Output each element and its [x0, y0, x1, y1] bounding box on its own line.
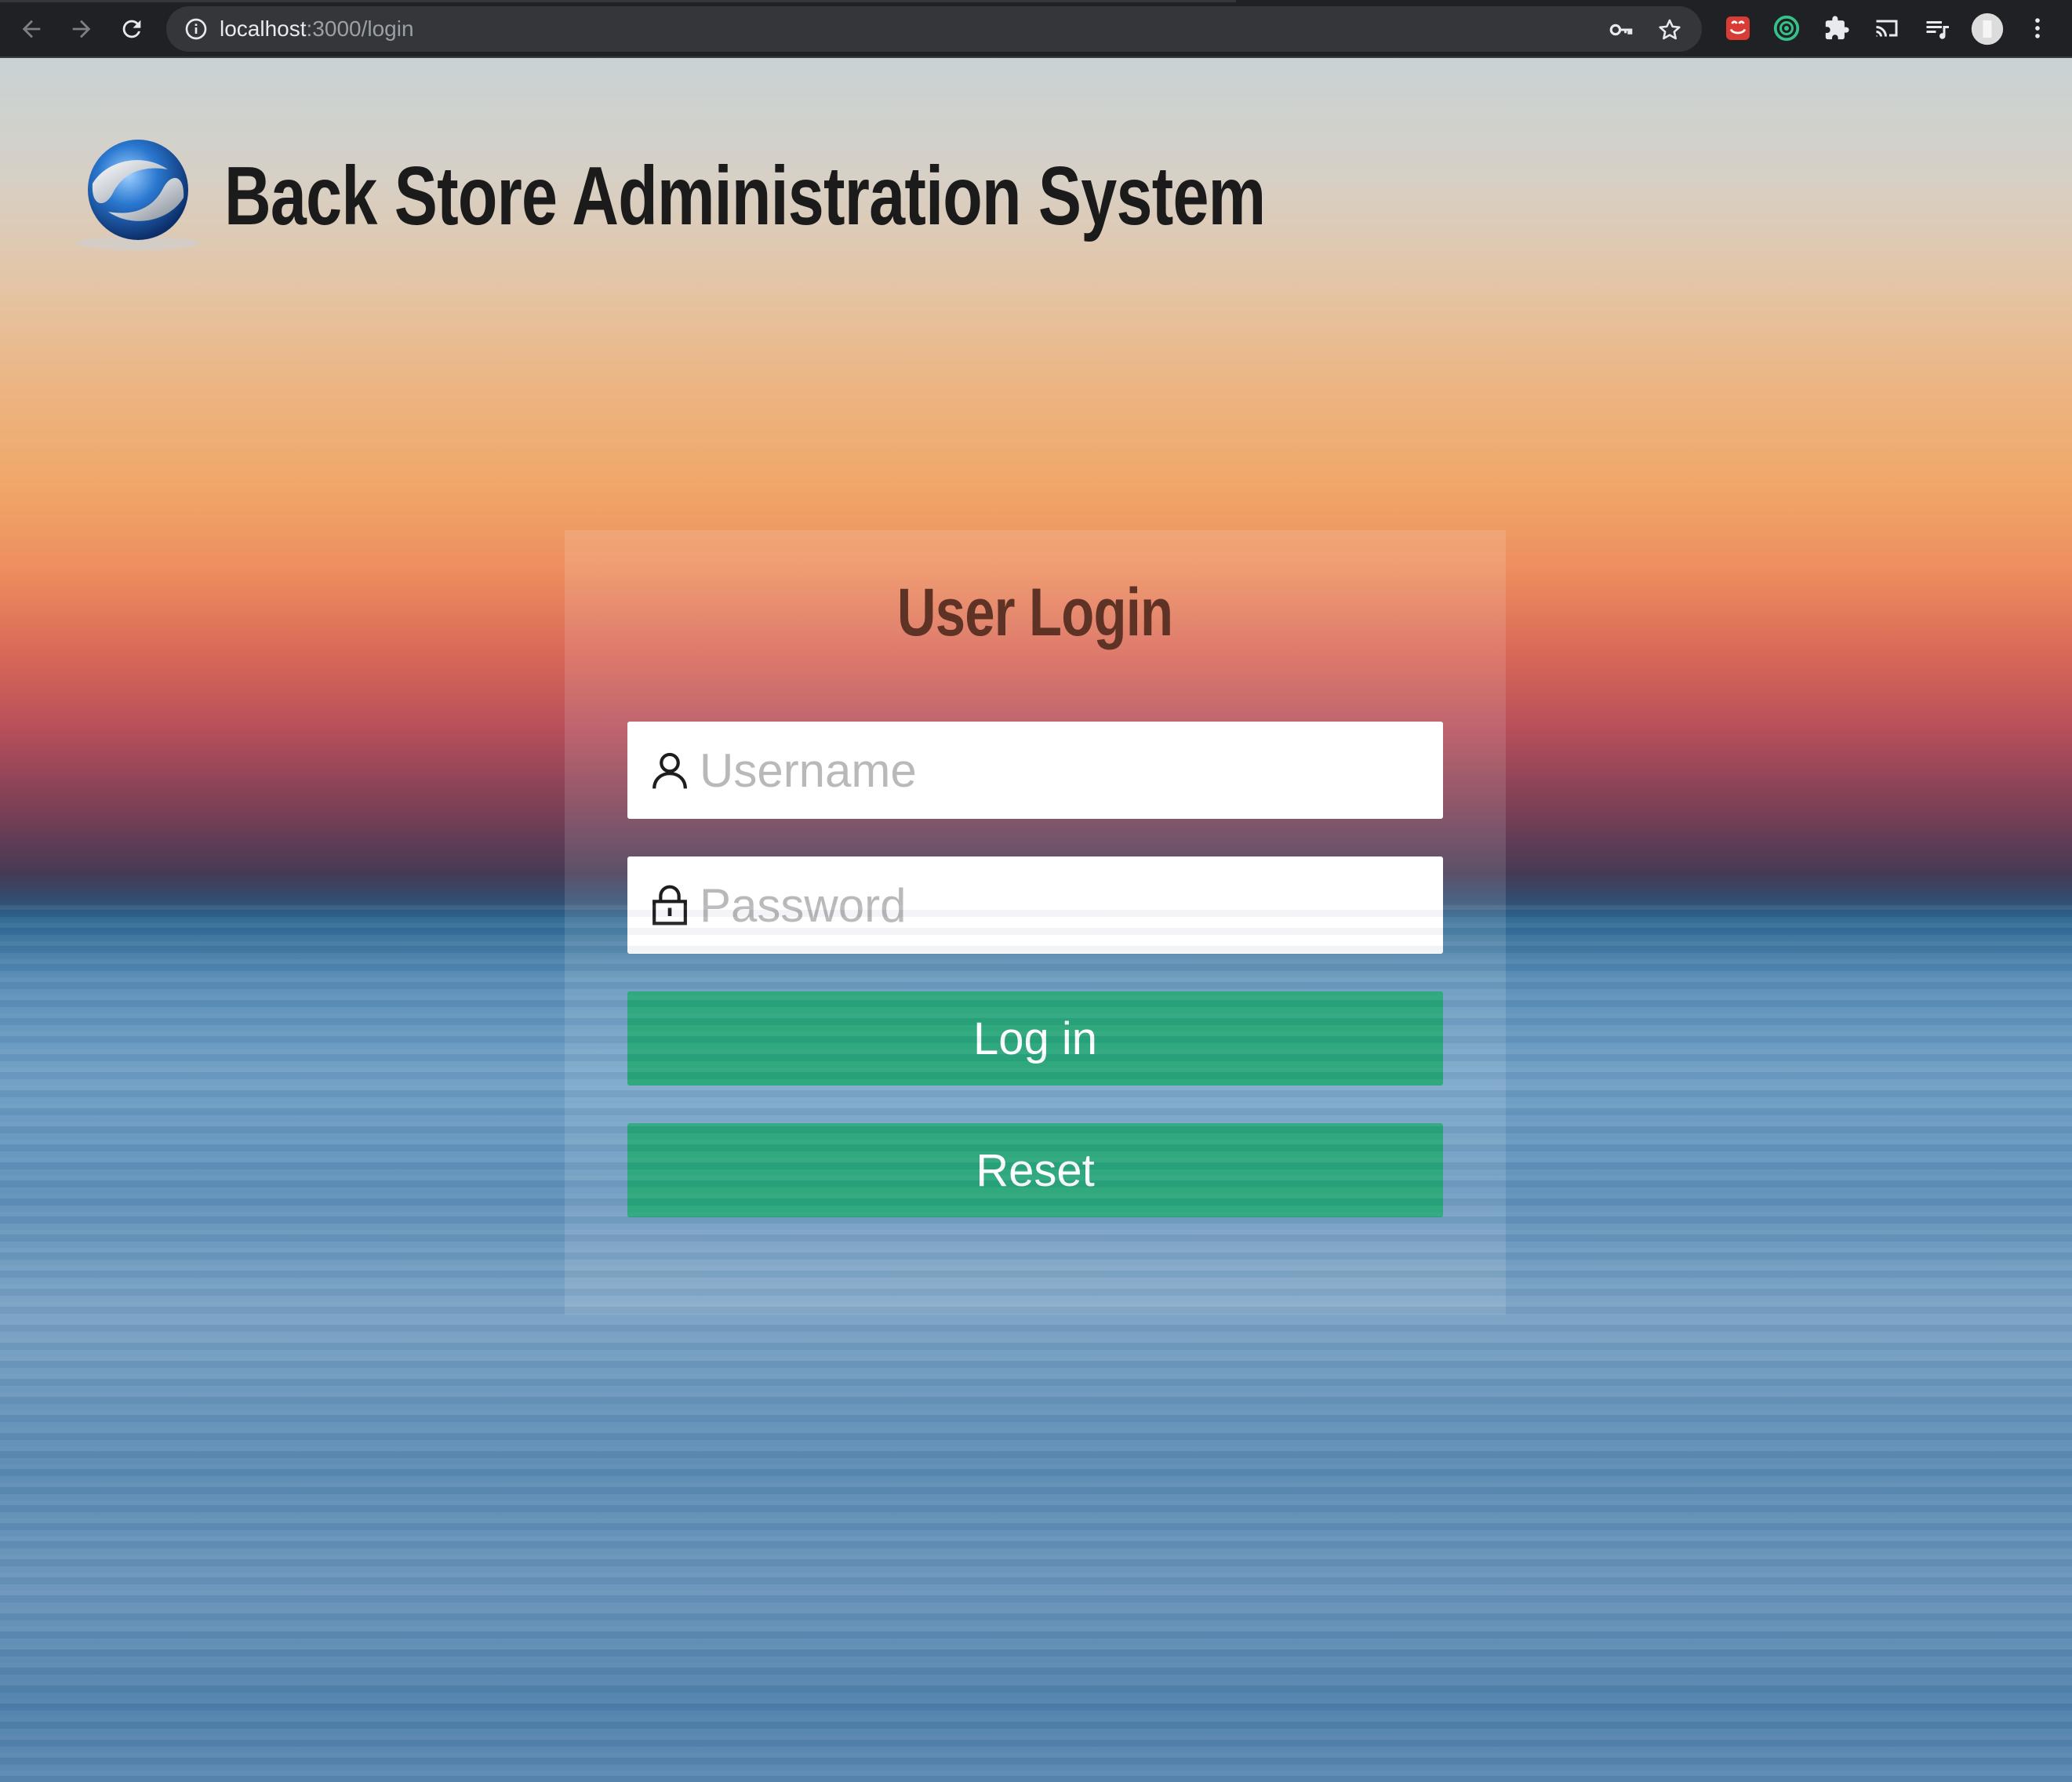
- back-arrow-icon: [22, 20, 41, 38]
- extension-red-button[interactable]: [1722, 13, 1754, 44]
- browser-toolbar: localhost:3000/login: [0, 0, 2072, 58]
- puzzle-icon: [1825, 16, 1849, 40]
- url-text: localhost:3000/login: [220, 6, 414, 52]
- profile-avatar-icon: [1971, 13, 2004, 45]
- url-path: :3000/login: [306, 16, 414, 41]
- cast-icon: [1876, 20, 1898, 37]
- browser-menu-button[interactable]: [2022, 13, 2053, 44]
- media-control-button[interactable]: [1921, 13, 1953, 44]
- forward-button[interactable]: [63, 10, 100, 48]
- media-queue-icon: [1926, 21, 1949, 39]
- forward-arrow-icon: [72, 20, 91, 38]
- back-button[interactable]: [13, 10, 50, 48]
- extension-green-ring-icon: [1773, 15, 1800, 42]
- info-icon[interactable]: [184, 16, 209, 42]
- page-background: Back Store Administration System User Lo…: [0, 58, 2072, 1782]
- cast-button[interactable]: [1871, 13, 1903, 44]
- lock-icon: [652, 885, 687, 926]
- address-bar[interactable]: localhost:3000/login: [166, 6, 1702, 52]
- password-input[interactable]: [700, 856, 1421, 954]
- star-icon[interactable]: [1656, 16, 1683, 43]
- reset-button[interactable]: Reset: [627, 1123, 1443, 1217]
- profile-button[interactable]: [1970, 12, 2005, 46]
- reload-icon: [122, 20, 141, 38]
- username-field[interactable]: [627, 722, 1443, 819]
- username-input[interactable]: [700, 722, 1421, 819]
- url-host: localhost: [220, 16, 307, 41]
- login-button[interactable]: Log in: [627, 991, 1443, 1086]
- login-title-text: User Login: [897, 575, 1173, 650]
- login-panel: User Login Log in Reset: [565, 530, 1506, 1315]
- login-title: User Login: [565, 569, 1506, 656]
- logo-icon: [77, 140, 199, 250]
- extension-green-button[interactable]: [1771, 13, 1802, 44]
- extensions-button[interactable]: [1821, 13, 1852, 44]
- tab-strip-edge: [0, 0, 1236, 2]
- reload-button[interactable]: [113, 10, 151, 48]
- user-icon: [652, 752, 687, 789]
- key-icon[interactable]: [1608, 16, 1634, 43]
- app-title: Back Store Administration System: [224, 150, 1266, 242]
- password-field[interactable]: [627, 856, 1443, 954]
- menu-dots-icon: [2035, 18, 2040, 38]
- extension-red-icon: [1726, 16, 1750, 40]
